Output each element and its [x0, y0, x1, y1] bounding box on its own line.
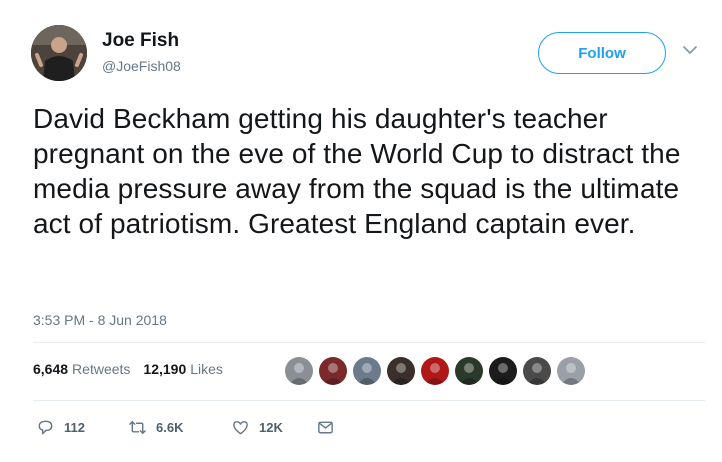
reply-icon	[38, 420, 53, 434]
profile-photo	[459, 363, 479, 385]
profile-photo	[323, 363, 343, 385]
tweet-actions: 112 6.6K 12K	[36, 416, 335, 438]
profile-photo	[493, 363, 513, 385]
tweet-text: David Beckham getting his daughter's tea…	[33, 103, 681, 239]
liker-avatar[interactable]	[319, 357, 347, 385]
profile-photo	[527, 363, 547, 385]
profile-photo	[561, 363, 581, 385]
follow-button[interactable]: Follow	[538, 32, 666, 74]
author-avatar[interactable]	[31, 25, 87, 81]
liker-avatars	[285, 357, 591, 385]
likes-count[interactable]: 12,190	[143, 361, 186, 377]
author-display-name[interactable]: Joe Fish	[102, 30, 179, 52]
liker-avatar[interactable]	[285, 357, 313, 385]
liker-avatar[interactable]	[353, 357, 381, 385]
chevron-down-icon[interactable]	[682, 44, 698, 56]
retweet-button[interactable]: 6.6K	[128, 418, 231, 437]
likes-label[interactable]: Likes	[190, 361, 223, 377]
profile-photo	[31, 25, 87, 81]
divider	[33, 400, 705, 401]
like-button[interactable]: 12K	[231, 418, 316, 437]
liker-avatar[interactable]	[455, 357, 483, 385]
liker-avatar[interactable]	[557, 357, 585, 385]
direct-message-button[interactable]	[316, 418, 335, 437]
heart-icon	[233, 420, 248, 434]
liker-avatar[interactable]	[489, 357, 517, 385]
envelope-icon	[318, 421, 333, 433]
profile-photo	[357, 363, 377, 385]
reply-button[interactable]: 112	[36, 418, 128, 437]
liker-avatar[interactable]	[387, 357, 415, 385]
engagement-stats: 6,648 Retweets 12,190 Likes	[33, 361, 236, 377]
profile-photo	[391, 363, 411, 385]
retweets-count[interactable]: 6,648	[33, 361, 68, 377]
retweet-count: 6.6K	[156, 419, 184, 435]
tweet-timestamp[interactable]: 3:53 PM - 8 Jun 2018	[33, 312, 167, 328]
author-handle[interactable]: @JoeFish08	[102, 58, 181, 74]
liker-avatar[interactable]	[523, 357, 551, 385]
retweets-label[interactable]: Retweets	[72, 361, 130, 377]
divider	[33, 342, 705, 343]
reply-count: 112	[64, 419, 85, 435]
liker-avatar[interactable]	[421, 357, 449, 385]
profile-photo	[289, 363, 309, 385]
like-count: 12K	[259, 419, 283, 435]
profile-photo	[425, 363, 445, 385]
retweet-icon	[129, 420, 146, 434]
